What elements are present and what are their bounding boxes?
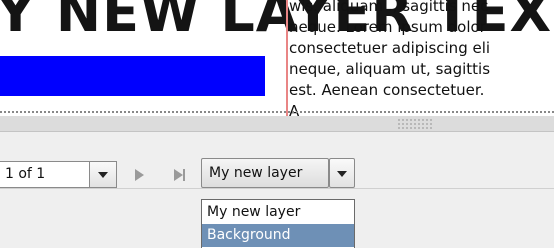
layer-dropdown-button[interactable] xyxy=(329,158,355,188)
chevron-down-icon xyxy=(98,172,108,178)
chevron-down-icon xyxy=(337,171,347,177)
layer-option-my-new-layer[interactable]: My new layer xyxy=(202,201,354,224)
page-number-field[interactable]: 1 of 1 xyxy=(0,161,90,188)
layer-select[interactable]: My new layer xyxy=(201,158,329,188)
layer-dropdown-list: My new layer Background xyxy=(201,199,355,248)
margin-guide-line xyxy=(286,0,288,116)
blue-rectangle-shape[interactable] xyxy=(0,56,265,96)
text-line: est. Aenean consectetuer. xyxy=(289,81,485,99)
lorem-text-frame[interactable]: wis. aliquam ., sagittis nec neque. Lore… xyxy=(289,0,554,116)
next-page-button[interactable] xyxy=(130,166,150,184)
document-canvas[interactable]: Y NEW LAYER TEXT wis. aliquam ., sagitti… xyxy=(0,0,554,116)
next-page-icon xyxy=(135,169,144,181)
text-line: A xyxy=(289,102,300,116)
last-page-button[interactable] xyxy=(171,166,191,184)
text-line: neque, aliquam ut, sagittis xyxy=(289,60,491,78)
layer-option-background[interactable]: Background xyxy=(202,224,354,247)
scrollbar-grip-icon[interactable] xyxy=(397,118,433,130)
horizontal-scrollbar[interactable] xyxy=(0,116,554,132)
text-line: wis. aliquam ., sagittis nec xyxy=(289,0,489,15)
page-toolbar: 1 of 1 My new layer xyxy=(0,133,554,189)
text-line: neque. Lorem ipsum dolor xyxy=(289,18,486,36)
page-edge-divider xyxy=(0,111,554,113)
page-dropdown-button[interactable] xyxy=(89,161,117,188)
app-window: Y NEW LAYER TEXT wis. aliquam ., sagitti… xyxy=(0,0,554,248)
text-line: consectetuer adipiscing eli xyxy=(289,39,491,57)
